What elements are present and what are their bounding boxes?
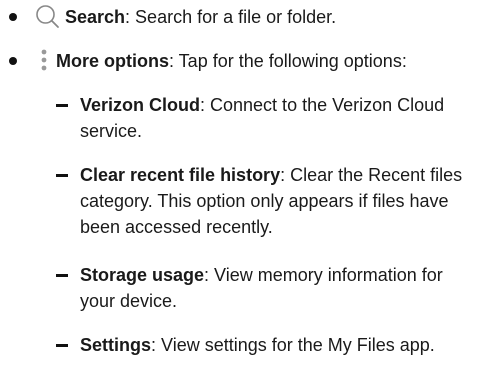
dash-marker bbox=[56, 274, 68, 277]
dash-marker bbox=[56, 344, 68, 347]
sub-item-storage-usage: Storage usage: View memory information f… bbox=[56, 262, 480, 314]
list-item-more-options: More options: Tap for the following opti… bbox=[56, 48, 407, 74]
dash-marker bbox=[56, 174, 68, 177]
item-term: More options bbox=[56, 51, 169, 71]
dash-marker bbox=[56, 104, 68, 107]
sub-item-term: Storage usage bbox=[80, 265, 205, 285]
bullet-dot bbox=[9, 13, 17, 21]
sub-item-term: Verizon Cloud bbox=[80, 95, 201, 115]
item-description: : Search for a file or folder. bbox=[125, 7, 337, 27]
item-description: : Tap for the following options: bbox=[169, 51, 407, 71]
sub-item-term: Settings bbox=[80, 335, 152, 355]
sub-item-settings: Settings: View settings for the My Files… bbox=[56, 332, 492, 358]
sub-item-verizon-cloud: Verizon Cloud: Connect to the Verizon Cl… bbox=[56, 92, 480, 144]
sub-item-clear-history: Clear recent file history: Clear the Rec… bbox=[56, 162, 480, 240]
list-item-search: Search: Search for a file or folder. bbox=[65, 4, 336, 30]
more-options-icon bbox=[40, 48, 48, 79]
item-term: Search bbox=[65, 7, 126, 27]
search-icon bbox=[34, 3, 62, 38]
sub-item-term: Clear recent file history bbox=[80, 165, 281, 185]
sub-item-description: : View settings for the My Files app. bbox=[151, 335, 435, 355]
bullet-dot bbox=[9, 57, 17, 65]
